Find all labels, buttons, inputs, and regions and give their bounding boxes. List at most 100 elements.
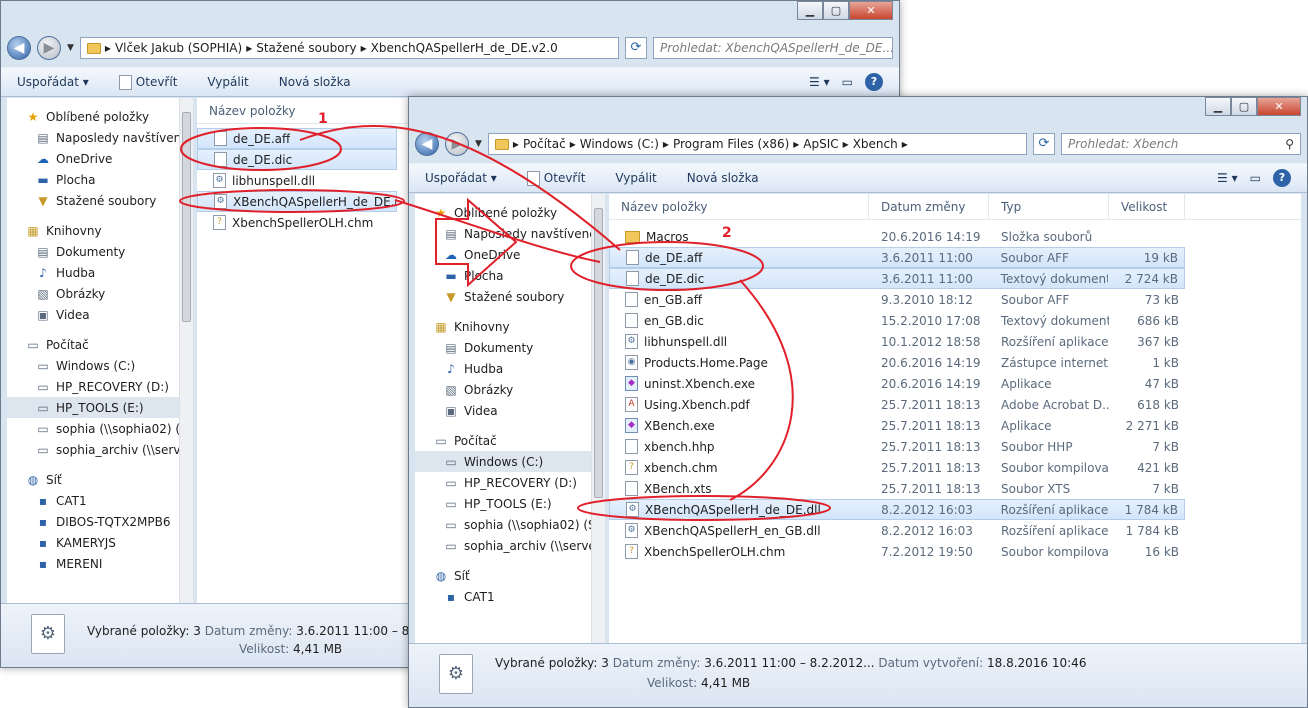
nav-item[interactable]: ▪ CAT1 [415, 586, 605, 607]
nav-item[interactable]: ▭ sophia (\\sophia02) (S: [7, 418, 193, 439]
maximize-button[interactable]: ▢ [1231, 97, 1257, 116]
nav-item[interactable]: ▭ HP_TOOLS (E:) [7, 397, 193, 418]
file-row[interactable]: de_DE.dic 3.6.2011 11:00 Textový dokument 2… [609, 268, 1185, 289]
file-row[interactable]: de_DE.aff [197, 128, 397, 149]
file-row[interactable]: ⚙ libhunspell.dll [197, 170, 397, 191]
file-row[interactable]: ⚙ XBenchQASpellerH_en_GB.dll 8.2.2012 16:0… [609, 520, 1185, 541]
file-row[interactable]: xbench.hhp 25.7.2011 18:13 Soubor HHP 7 kB [609, 436, 1185, 457]
breadcrumb-apsic[interactable]: ApSIC [803, 137, 838, 151]
file-row[interactable]: ? xbench.chm 25.7.2011 18:13 Soubor kompilo… [609, 457, 1185, 478]
nav-item[interactable]: ▤ Naposledy navštívené [7, 127, 193, 148]
new-folder-button[interactable]: Nová složka [687, 171, 759, 185]
file-row[interactable]: XBench.xts 25.7.2011 18:13 Soubor XTS 7 kB [609, 478, 1185, 499]
preview-pane-icon[interactable]: ▭ [1250, 171, 1261, 185]
nav-item[interactable]: ▪ CAT1 [7, 490, 193, 511]
nav-item[interactable]: ▭ HP_TOOLS (E:) [415, 493, 605, 514]
new-folder-button[interactable]: Nová složka [279, 75, 351, 89]
nav-item[interactable]: ★ Oblíbené položky [7, 106, 193, 127]
file-row[interactable]: ? XbenchSpellerOLH.chm 7.2.2012 19:50 Soubo… [609, 541, 1185, 562]
close-button[interactable]: ✕ [1257, 97, 1301, 116]
search-input[interactable]: Prohledat: Xbench ⚲ [1061, 133, 1301, 155]
column-size-header[interactable]: Velikost [1109, 194, 1185, 219]
nav-item[interactable]: ▣ Videa [415, 400, 605, 421]
nav-item[interactable]: ◍ Síť [7, 469, 193, 490]
nav-item[interactable]: ▭ HP_RECOVERY (D:) [415, 472, 605, 493]
back-button[interactable]: ◀ [7, 36, 31, 60]
address-input[interactable]: ▸ Vlček Jakub (SOPHIA) ▸ Stažené soubory… [79, 37, 619, 59]
nav-item[interactable]: ▭ sophia (\\sophia02) (S: [415, 514, 605, 535]
column-name-header[interactable]: Název položky [609, 194, 869, 219]
view-options-icon[interactable]: ☰ ▾ [809, 75, 830, 89]
burn-button[interactable]: Vypálit [207, 75, 248, 89]
nav-item[interactable]: ▭ Počítač [415, 430, 605, 451]
breadcrumb-current[interactable]: XbenchQASpellerH_de_DE.v2.0 [371, 41, 558, 55]
breadcrumb-drive[interactable]: Windows (C:) [580, 137, 659, 151]
scrollbar-thumb[interactable] [594, 208, 603, 498]
nav-item[interactable]: ▪ KAMERYJS [7, 532, 193, 553]
navigation-scrollbar[interactable] [591, 194, 605, 643]
nav-item[interactable]: ▪ MERENI [7, 553, 193, 574]
file-row[interactable]: en_GB.aff 9.3.2010 18:12 Soubor AFF 73 kB [609, 289, 1185, 310]
close-button[interactable]: ✕ [849, 1, 893, 20]
nav-item[interactable]: ▭ Windows (C:) [415, 451, 605, 472]
nav-item[interactable]: ▼ Stažené soubory [415, 286, 605, 307]
organize-menu[interactable]: Uspořádat ▾ [425, 171, 497, 185]
file-row[interactable]: ◆ XBench.exe 25.7.2011 18:13 Aplikace 2 271 … [609, 415, 1185, 436]
nav-item[interactable]: ▭ HP_RECOVERY (D:) [7, 376, 193, 397]
forward-button[interactable]: ▶ [445, 132, 469, 156]
nav-item[interactable]: ◍ Síť [415, 565, 605, 586]
column-name-header[interactable]: Název položky [197, 98, 427, 123]
refresh-icon[interactable]: ⟳ [625, 37, 647, 59]
navigation-scrollbar[interactable] [179, 98, 193, 603]
maximize-button[interactable]: ▢ [823, 1, 849, 20]
file-row[interactable]: ? XbenchSpellerOLH.chm [197, 212, 397, 233]
nav-item[interactable]: ▤ Dokumenty [7, 241, 193, 262]
address-input[interactable]: ▸ Počítač ▸ Windows (C:) ▸ Program Files… [487, 133, 1027, 155]
help-icon[interactable]: ? [1273, 169, 1291, 187]
burn-button[interactable]: Vypálit [615, 171, 656, 185]
nav-item[interactable]: ▦ Knihovny [415, 316, 605, 337]
nav-item[interactable]: ▭ Windows (C:) [7, 355, 193, 376]
column-type-header[interactable]: Typ [989, 194, 1109, 219]
file-row[interactable]: Macros 20.6.2016 14:19 Složka souborů [609, 226, 1185, 247]
scrollbar-thumb[interactable] [182, 112, 191, 322]
nav-item[interactable]: ▼ Stažené soubory [7, 190, 193, 211]
preview-pane-icon[interactable]: ▭ [842, 75, 853, 89]
file-row[interactable]: ◉ Products.Home.Page 20.6.2016 14:19 Zástup… [609, 352, 1185, 373]
nav-item[interactable]: ▭ Počítač [7, 334, 193, 355]
nav-item[interactable]: ♪ Hudba [7, 262, 193, 283]
nav-item[interactable]: ▦ Knihovny [7, 220, 193, 241]
minimize-button[interactable]: ▁ [1205, 97, 1231, 116]
nav-item[interactable]: ▪ DIBOS-TQTX2MPB6 [7, 511, 193, 532]
file-row[interactable]: ◆ uninst.Xbench.exe 20.6.2016 14:19 Aplikac… [609, 373, 1185, 394]
history-dropdown-icon[interactable]: ▼ [67, 43, 74, 53]
open-button[interactable]: Otevřít [526, 170, 585, 186]
search-input[interactable]: Prohledat: XbenchQASpellerH_de_DE.... ⚲ [653, 37, 893, 59]
breadcrumb-user[interactable]: Vlček Jakub (SOPHIA) [115, 41, 242, 55]
back-button[interactable]: ◀ [415, 132, 439, 156]
file-row[interactable]: A Using.Xbench.pdf 25.7.2011 18:13 Adobe Ac… [609, 394, 1185, 415]
breadcrumb-program-files[interactable]: Program Files (x86) [673, 137, 789, 151]
nav-item[interactable]: ▧ Obrázky [7, 283, 193, 304]
organize-menu[interactable]: Uspořádat ▾ [17, 75, 89, 89]
file-row[interactable]: en_GB.dic 15.2.2010 17:08 Textový dokument… [609, 310, 1185, 331]
history-dropdown-icon[interactable]: ▼ [475, 139, 482, 149]
nav-item[interactable]: ▤ Naposledy navštívené [415, 223, 605, 244]
breadcrumb-computer[interactable]: Počítač [523, 137, 566, 151]
breadcrumb-downloads[interactable]: Stažené soubory [256, 41, 356, 55]
nav-item[interactable]: ☁ OneDrive [415, 244, 605, 265]
nav-item[interactable]: ▬ Plocha [7, 169, 193, 190]
view-options-icon[interactable]: ☰ ▾ [1217, 171, 1238, 185]
file-row[interactable]: ⚙ XBenchQASpellerH_de_DE.dll [197, 191, 397, 212]
nav-item[interactable]: ▣ Videa [7, 304, 193, 325]
refresh-icon[interactable]: ⟳ [1033, 133, 1055, 155]
nav-item[interactable]: ▤ Dokumenty [415, 337, 605, 358]
open-button[interactable]: Otevřít [118, 74, 177, 90]
help-icon[interactable]: ? [865, 73, 883, 91]
nav-item[interactable]: ▭ sophia_archiv (\\server [7, 439, 193, 460]
file-row[interactable]: de_DE.aff 3.6.2011 11:00 Soubor AFF 19 kB [609, 247, 1185, 268]
minimize-button[interactable]: ▁ [797, 1, 823, 20]
file-row[interactable]: ⚙ libhunspell.dll 10.1.2012 18:58 Rozšíření… [609, 331, 1185, 352]
nav-item[interactable]: ♪ Hudba [415, 358, 605, 379]
nav-item[interactable]: ▧ Obrázky [415, 379, 605, 400]
